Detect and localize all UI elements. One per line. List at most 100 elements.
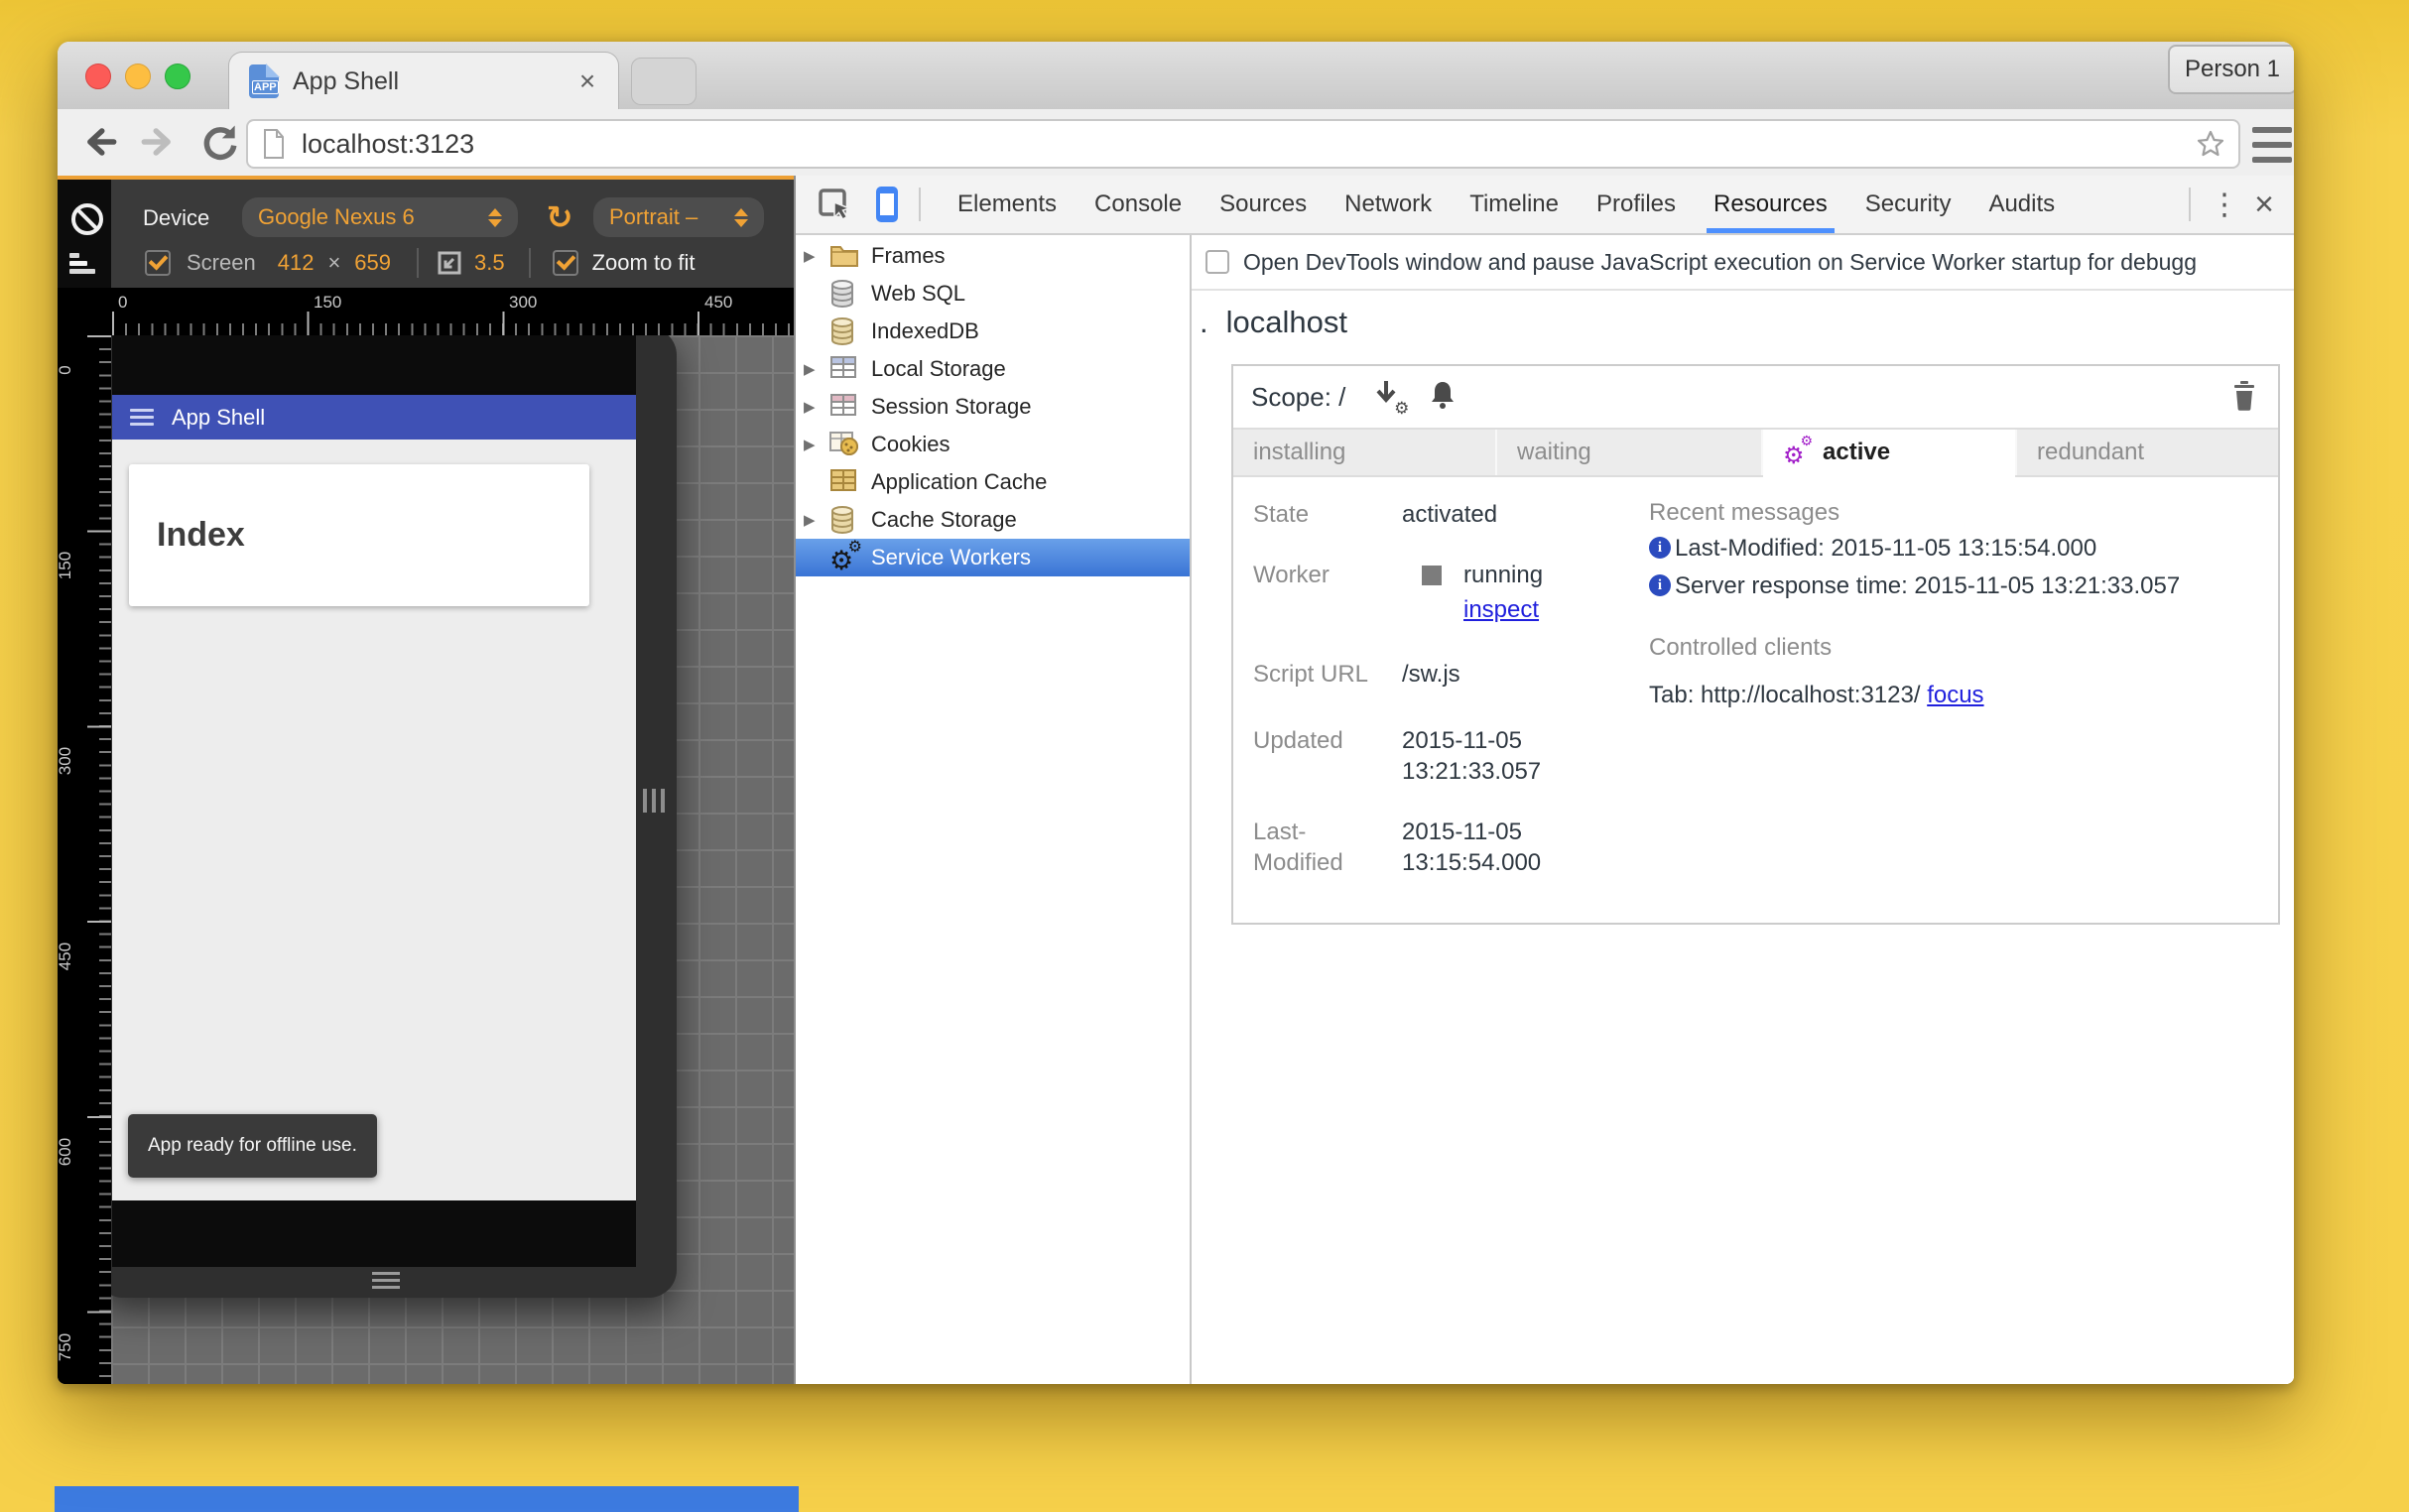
tab-security[interactable]: Security bbox=[1846, 176, 1970, 233]
last-modified-row: Last-Modified 2015-11-05 13:15:54.000 bbox=[1253, 819, 1542, 876]
tab-audits[interactable]: Audits bbox=[1969, 176, 2074, 233]
version-tab-installing[interactable]: installing bbox=[1233, 430, 1497, 475]
stop-worker-icon[interactable] bbox=[1422, 565, 1442, 585]
tab-close-icon[interactable] bbox=[572, 66, 602, 96]
focus-link[interactable]: focus bbox=[1927, 682, 1983, 708]
active-gears-icon bbox=[1783, 433, 1813, 470]
disclosure-triangle-icon[interactable] bbox=[796, 398, 829, 416]
tab-sources[interactable]: Sources bbox=[1201, 176, 1326, 233]
titlebar: APP App Shell Person 1 bbox=[58, 42, 2294, 110]
info-icon: i bbox=[1649, 574, 1671, 596]
screen-height-value[interactable]: 659 bbox=[354, 250, 391, 276]
disable-emulation-icon[interactable] bbox=[71, 203, 103, 235]
device-screen: App Shell Index App ready for offline us… bbox=[112, 335, 636, 1267]
sidebar-item-session-storage[interactable]: Session Storage bbox=[796, 388, 1190, 426]
index-card: Index bbox=[129, 464, 589, 606]
version-tab-waiting[interactable]: waiting bbox=[1497, 430, 1763, 475]
delete-service-worker-icon[interactable] bbox=[2230, 379, 2258, 416]
ruler-tick-label: 750 bbox=[58, 1332, 74, 1362]
profile-button[interactable]: Person 1 bbox=[2168, 45, 2294, 94]
device-mode-canvas: App Shell Index App ready for offline us… bbox=[111, 335, 794, 1384]
devtools-overflow-menu-icon[interactable] bbox=[2207, 188, 2242, 222]
sidebar-item-local-storage[interactable]: Local Storage bbox=[796, 350, 1190, 388]
disclosure-triangle-icon[interactable] bbox=[796, 360, 829, 378]
sidebar-item-web-sql[interactable]: Web SQL bbox=[796, 275, 1190, 313]
inspect-link[interactable]: inspect bbox=[1463, 594, 1539, 625]
device-mode-toolbar: Device Google Nexus 6 Portrait – Screen … bbox=[58, 176, 794, 292]
sw-debug-row: Open DevTools window and pause JavaScrip… bbox=[1192, 235, 2294, 291]
tab-network[interactable]: Network bbox=[1326, 176, 1451, 233]
app-bar: App Shell bbox=[112, 395, 636, 440]
hamburger-menu-icon[interactable] bbox=[130, 409, 154, 426]
bookmark-star-icon[interactable] bbox=[2195, 128, 2226, 160]
screen-checkbox[interactable] bbox=[145, 250, 171, 276]
devtools-pane: Elements Console Sources Network Timelin… bbox=[794, 176, 2294, 1384]
vertical-ruler: 0 150 300 450 600 750 bbox=[58, 335, 111, 1384]
disclosure-triangle-icon[interactable] bbox=[796, 247, 829, 265]
minimize-window-button[interactable] bbox=[125, 63, 151, 89]
origin-heading: . localhost bbox=[1200, 305, 1347, 339]
forward-icon[interactable] bbox=[137, 120, 181, 164]
zoom-to-fit-checkbox[interactable] bbox=[552, 250, 578, 276]
database-icon bbox=[829, 506, 861, 534]
reload-icon[interactable] bbox=[198, 120, 242, 164]
address-bar[interactable]: localhost:3123 bbox=[246, 119, 2240, 169]
devtools-close-icon[interactable] bbox=[2242, 186, 2286, 224]
disclosure-triangle-icon[interactable] bbox=[796, 436, 829, 453]
ruler-tick-label: 0 bbox=[58, 340, 75, 400]
version-tab-active[interactable]: active bbox=[1763, 430, 2017, 477]
sidebar-item-service-workers[interactable]: Service Workers bbox=[796, 537, 1190, 576]
inspect-element-icon[interactable] bbox=[818, 188, 851, 221]
sidebar-item-cookies[interactable]: Cookies bbox=[796, 426, 1190, 463]
rotate-device-icon[interactable] bbox=[540, 197, 579, 237]
sidebar-item-frames[interactable]: Frames bbox=[796, 237, 1190, 275]
database-icon bbox=[829, 317, 861, 345]
new-tab-button[interactable] bbox=[631, 58, 697, 105]
device-mode-pane: Device Google Nexus 6 Portrait – Screen … bbox=[58, 176, 794, 1384]
divider bbox=[919, 188, 921, 221]
close-window-button[interactable] bbox=[85, 63, 111, 89]
browser-tab[interactable]: APP App Shell bbox=[228, 52, 619, 110]
url-text: localhost:3123 bbox=[302, 128, 475, 159]
recent-messages-title: Recent messages bbox=[1649, 499, 1840, 526]
ruler-tick-label: 600 bbox=[58, 1137, 74, 1167]
zoom-window-button[interactable] bbox=[165, 63, 190, 89]
tab-timeline[interactable]: Timeline bbox=[1451, 176, 1578, 233]
tab-resources[interactable]: Resources bbox=[1695, 176, 1846, 233]
ruler-tick-label: 0 bbox=[118, 293, 128, 312]
ruler-tick-label: 150 bbox=[314, 293, 342, 312]
tab-console[interactable]: Console bbox=[1076, 176, 1201, 233]
sw-debug-checkbox[interactable] bbox=[1205, 250, 1229, 274]
device-model-select[interactable]: Google Nexus 6 bbox=[242, 197, 518, 237]
sidebar-item-indexeddb[interactable]: IndexedDB bbox=[796, 313, 1190, 350]
screen-label: Screen bbox=[187, 250, 256, 275]
devtools-toolbar: Elements Console Sources Network Timelin… bbox=[796, 176, 2294, 235]
ruler-tick-label: 450 bbox=[704, 293, 733, 312]
window-content: Device Google Nexus 6 Portrait – Screen … bbox=[58, 176, 2294, 1384]
push-notification-icon[interactable] bbox=[1429, 380, 1457, 415]
updated-row: Updated 2015-11-05 13:21:33.057 bbox=[1253, 727, 1542, 785]
tab-profiles[interactable]: Profiles bbox=[1578, 176, 1695, 233]
chrome-menu-icon[interactable] bbox=[2252, 125, 2292, 165]
resources-sidebar: Frames Web SQL IndexedDB bbox=[796, 235, 1192, 1384]
screen-width-value[interactable]: 412 bbox=[278, 250, 315, 276]
version-tab-redundant[interactable]: redundant bbox=[2017, 430, 2278, 475]
back-icon[interactable] bbox=[77, 120, 121, 164]
update-service-worker-icon[interactable] bbox=[1373, 379, 1409, 419]
tab-elements[interactable]: Elements bbox=[939, 176, 1076, 233]
disclosure-triangle-icon[interactable] bbox=[796, 511, 829, 529]
media-queries-icon[interactable] bbox=[69, 253, 99, 275]
resize-handle-bottom[interactable] bbox=[372, 1272, 400, 1289]
orientation-select[interactable]: Portrait – bbox=[593, 197, 764, 237]
tab-title: App Shell bbox=[293, 66, 400, 95]
browser-window: APP App Shell Person 1 bbox=[58, 42, 2294, 1384]
cookie-icon bbox=[829, 431, 861, 458]
service-worker-gears-icon bbox=[829, 537, 862, 575]
sidebar-item-application-cache[interactable]: Application Cache bbox=[796, 463, 1190, 501]
resize-handle-right[interactable] bbox=[643, 789, 665, 813]
sidebar-item-cache-storage[interactable]: Cache Storage bbox=[796, 501, 1190, 539]
app-shell-favicon-icon: APP bbox=[249, 63, 280, 98]
service-worker-card: Scope: / installin bbox=[1231, 364, 2280, 925]
device-toggle-icon[interactable] bbox=[875, 186, 899, 223]
dpr-value[interactable]: 3.5 bbox=[474, 250, 505, 276]
